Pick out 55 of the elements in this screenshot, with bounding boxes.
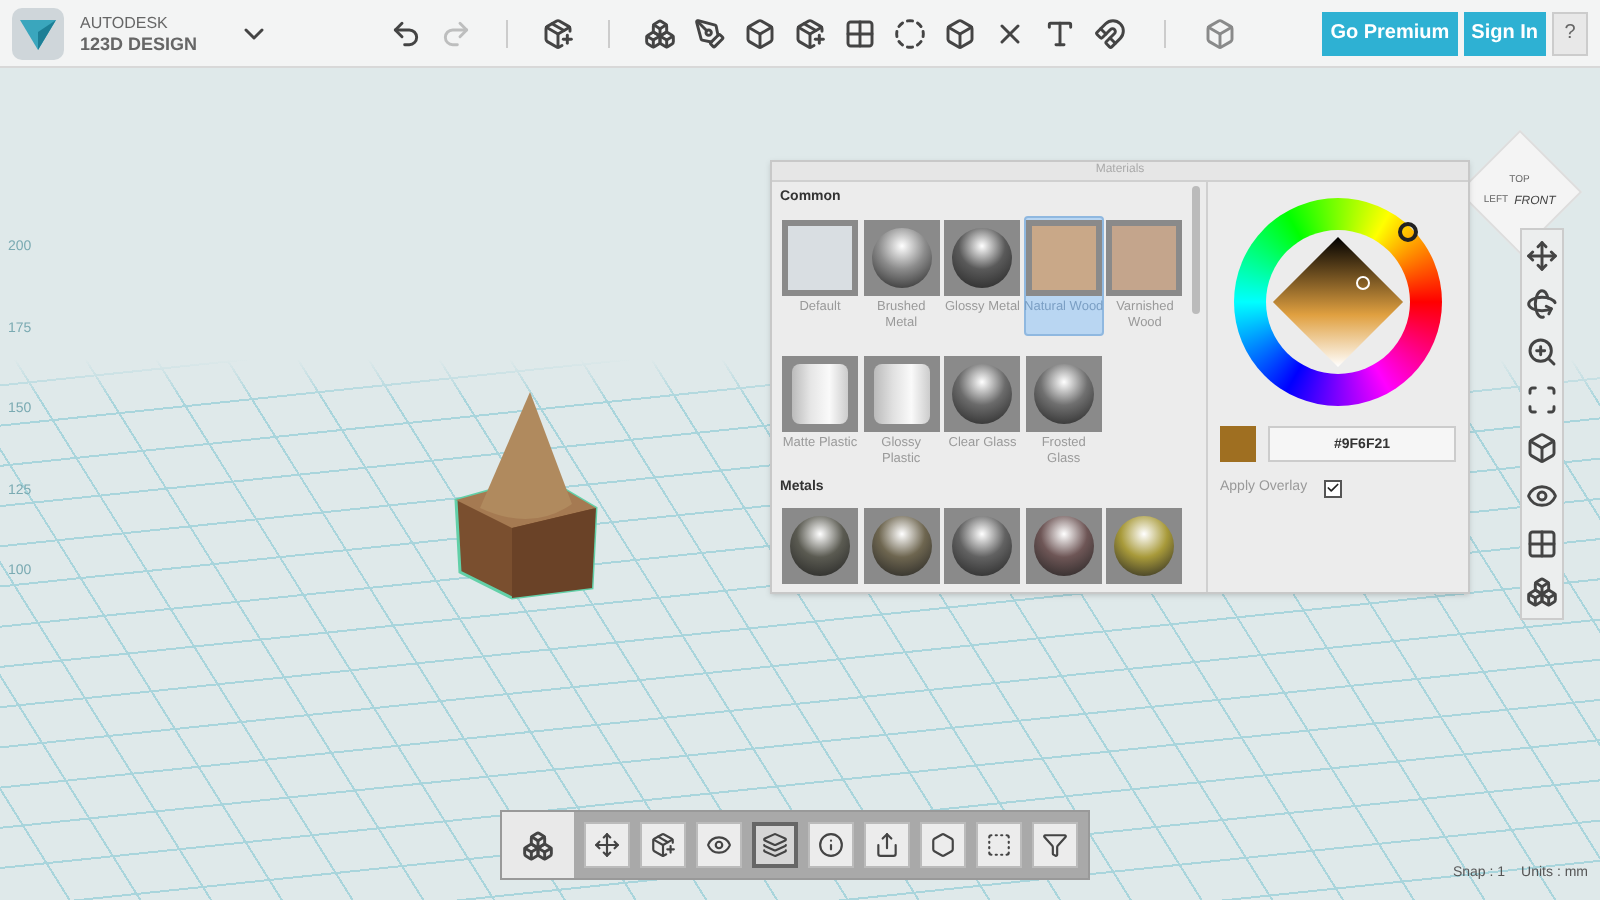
shade-handle[interactable] xyxy=(1356,276,1370,290)
add-box-icon[interactable] xyxy=(541,17,574,49)
material-thumbnail[interactable] xyxy=(782,219,858,295)
header-button[interactable]: Go Premium xyxy=(1322,11,1458,55)
sketch-icon[interactable] xyxy=(693,17,726,49)
bottom-tool-button[interactable] xyxy=(696,822,742,868)
hexagon-icon xyxy=(930,832,956,858)
bottom-tool-button[interactable] xyxy=(976,822,1022,868)
material-thumbnail[interactable] xyxy=(1025,219,1102,295)
bottom-tool-button[interactable] xyxy=(808,822,854,868)
add-box-icon xyxy=(650,832,676,858)
grid-icon[interactable] xyxy=(1526,528,1558,560)
visibility-icon[interactable] xyxy=(1526,480,1558,512)
funnel-icon xyxy=(1042,832,1068,858)
undo-icon[interactable] xyxy=(389,17,422,49)
brand-company: AUTODESK xyxy=(80,13,170,33)
bottom-tool-button[interactable] xyxy=(584,822,630,868)
material-thumbnail[interactable] xyxy=(944,219,1021,295)
bottom-tool-button[interactable] xyxy=(752,822,798,868)
bottom-tool-button[interactable] xyxy=(864,822,910,868)
export-icon xyxy=(874,832,900,858)
bottom-tool-button[interactable] xyxy=(920,822,966,868)
text-icon[interactable] xyxy=(1043,17,1076,49)
frame-icon xyxy=(986,832,1012,858)
pattern-icon[interactable] xyxy=(843,17,876,49)
hue-handle[interactable] xyxy=(1398,222,1418,242)
material-thumbnail[interactable] xyxy=(944,355,1021,431)
bottom-tool-button[interactable] xyxy=(640,822,686,868)
object-icon[interactable] xyxy=(522,829,554,861)
brand-product: 123D DESIGN xyxy=(80,33,198,53)
material-thumbnail[interactable] xyxy=(1025,355,1102,431)
material-thumbnail[interactable] xyxy=(1106,219,1183,295)
header-button[interactable]: Sign In xyxy=(1463,11,1546,55)
logo-icon xyxy=(12,7,64,59)
zoom-icon[interactable] xyxy=(1526,336,1558,368)
fit-view-icon[interactable] xyxy=(1526,384,1558,416)
pan-icon[interactable] xyxy=(1526,240,1558,272)
materials-icon[interactable] xyxy=(1526,576,1558,608)
scrollbar[interactable] xyxy=(1192,186,1200,314)
move-icon xyxy=(594,832,620,858)
info-icon xyxy=(818,832,844,858)
apply-overlay-checkbox[interactable] xyxy=(1323,479,1342,498)
construct-icon[interactable] xyxy=(743,17,776,49)
material-thumbnail[interactable] xyxy=(782,355,858,431)
color-swatch xyxy=(1220,426,1256,462)
layers-icon xyxy=(762,832,788,858)
material-thumbnail[interactable] xyxy=(863,219,940,295)
bottom-tool-button[interactable] xyxy=(1032,822,1078,868)
help-button[interactable]: ? xyxy=(1552,11,1588,55)
eye-icon xyxy=(706,832,732,858)
primitives-icon[interactable] xyxy=(643,17,676,49)
snap-icon[interactable] xyxy=(1093,17,1126,49)
view-box-icon[interactable] xyxy=(1526,432,1558,464)
orbit-icon[interactable] xyxy=(1526,288,1558,320)
material-thumbnail[interactable] xyxy=(863,355,940,431)
